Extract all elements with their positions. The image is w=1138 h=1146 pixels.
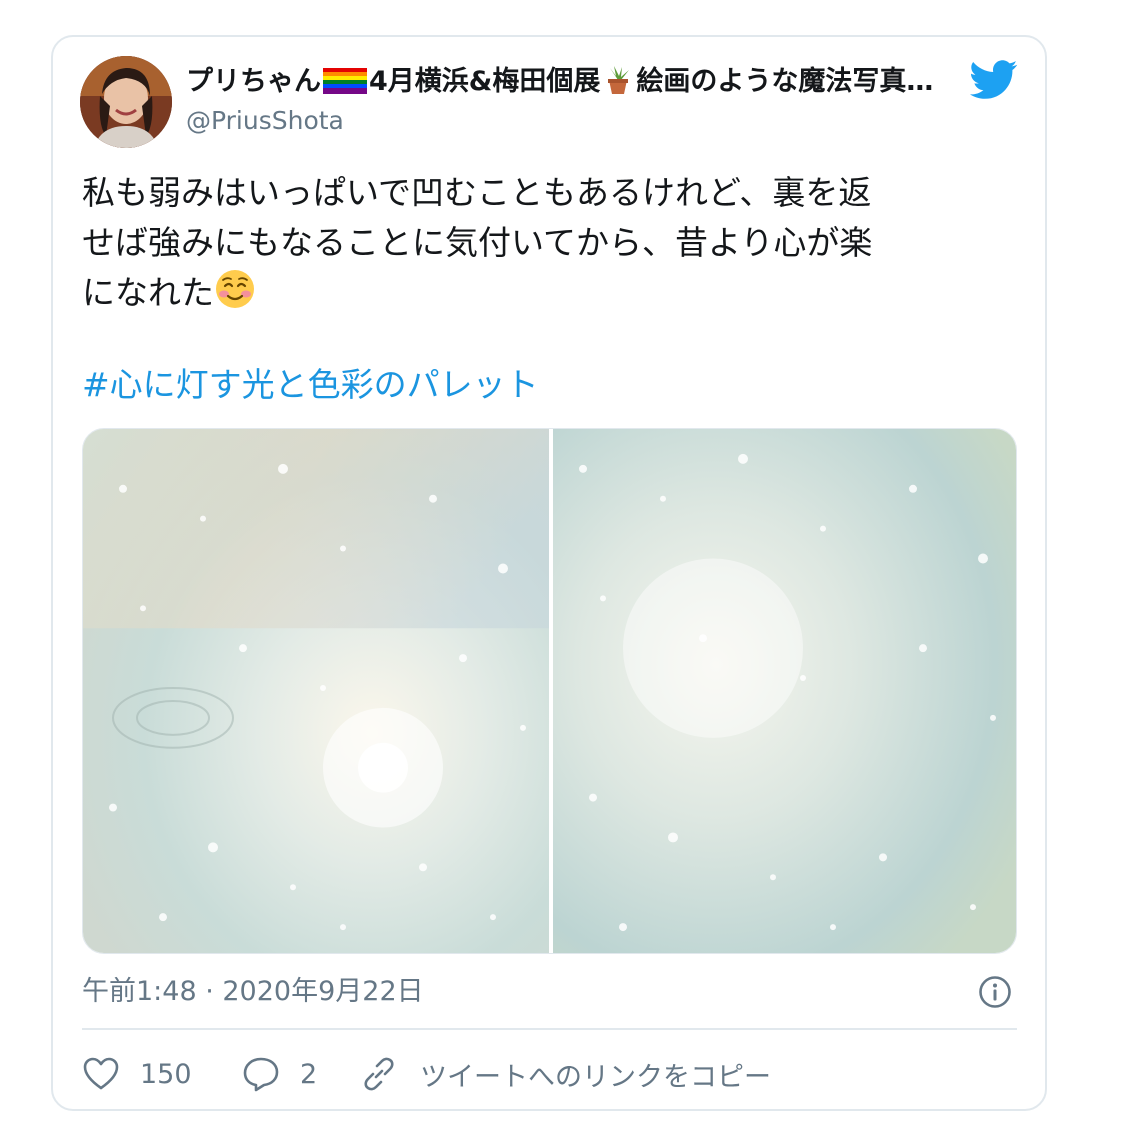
- author-name-mid: 4月横浜&梅田個展: [369, 66, 601, 97]
- reply-count: 2: [300, 1058, 318, 1090]
- divider: [82, 1028, 1017, 1030]
- action-bar: 150 2 ツイートへのリンクをコピー: [82, 1052, 1017, 1096]
- reply-bubble-icon: [242, 1055, 280, 1093]
- tweet-text-line: せば強みにもなることに気付いてから、昔より心が楽: [82, 223, 873, 262]
- like-count: 150: [140, 1058, 192, 1090]
- author-name-prefix: プリちゃん: [186, 66, 321, 97]
- media-gallery: [82, 428, 1017, 954]
- author-name[interactable]: プリちゃん 4月横浜&梅田個展 絵画のような魔法写真…: [186, 64, 933, 100]
- tweet-text-line-text: になれた: [82, 273, 214, 312]
- smiling-face-icon: [214, 268, 256, 310]
- copy-link-button[interactable]: ツイートへのリンクをコピー: [360, 1052, 771, 1096]
- link-icon: [360, 1055, 398, 1093]
- media-image-1[interactable]: [83, 429, 549, 953]
- media-image-2[interactable]: [553, 429, 1016, 953]
- tweet-text-line-last: になれた: [82, 268, 1022, 318]
- hashtag-link[interactable]: #心に灯す光と色彩のパレット: [82, 360, 539, 410]
- tweet-text: 私も弱みはいっぱいで凹むこともあるけれど、裏を返 せば強みにもなることに気付いて…: [82, 168, 1022, 318]
- rainbow-flag-icon: [323, 68, 367, 94]
- info-icon[interactable]: [978, 975, 1012, 1009]
- reply-button[interactable]: 2: [242, 1052, 317, 1096]
- heart-icon: [82, 1055, 120, 1093]
- copy-link-label: ツイートへのリンクをコピー: [420, 1061, 771, 1093]
- twitter-bird-icon[interactable]: [970, 60, 1018, 100]
- avatar[interactable]: [80, 56, 172, 148]
- author-name-suffix: 絵画のような魔法写真…: [636, 66, 934, 97]
- potted-plant-icon: [602, 64, 634, 96]
- avatar-photo: [80, 56, 172, 148]
- author-handle[interactable]: @PriusShota: [186, 104, 344, 138]
- tweet-text-line: 私も弱みはいっぱいで凹むこともあるけれど、裏を返: [82, 173, 872, 212]
- tweet-timestamp[interactable]: 午前1:48 · 2020年9月22日: [82, 972, 424, 1012]
- like-button[interactable]: 150: [82, 1052, 192, 1096]
